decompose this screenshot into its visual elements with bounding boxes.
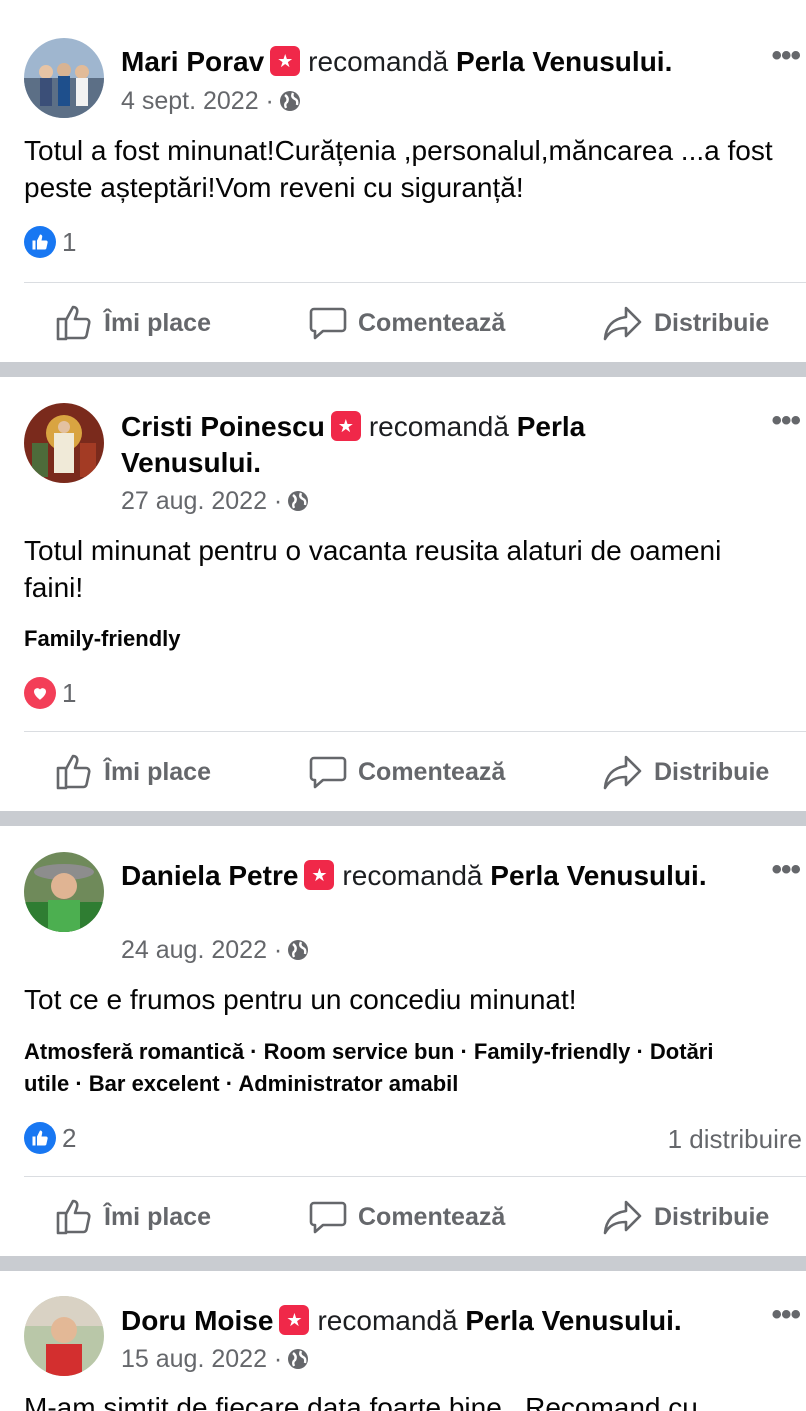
- review-text: Tot ce e frumos pentru un concediu minun…: [24, 984, 577, 1015]
- share-icon: [603, 755, 642, 790]
- like-button[interactable]: Îmi place: [54, 742, 211, 802]
- like-label: Îmi place: [104, 308, 211, 337]
- recommend-star-icon: ★: [270, 46, 301, 76]
- post-separator: [0, 362, 806, 377]
- page-name[interactable]: Perla Venusului.: [490, 860, 706, 891]
- thumbs-up-icon: [56, 1199, 91, 1235]
- action-bar: Îmi place Comentează Distribuie: [0, 1187, 806, 1247]
- comment-button[interactable]: Comentează: [308, 742, 505, 802]
- divider: [24, 731, 806, 732]
- avatar[interactable]: [24, 38, 104, 118]
- comment-label: Comentează: [358, 757, 506, 786]
- like-reaction-icon: [24, 226, 56, 258]
- post-header: Doru Moise ★ recomandă Perla Venusului.: [121, 1303, 726, 1339]
- recommend-star-icon: ★: [330, 411, 361, 441]
- globe-icon: [288, 940, 309, 960]
- more-options-icon[interactable]: •••: [771, 1300, 800, 1330]
- like-button[interactable]: Îmi place: [54, 1187, 211, 1247]
- post-date[interactable]: 27 aug. 2022 ·: [121, 486, 310, 516]
- share-label: Distribuie: [654, 1202, 770, 1231]
- review-post: Doru Moise ★ recomandă Perla Venusului. 15…: [0, 1271, 806, 1411]
- share-count[interactable]: 1 distribuire: [668, 1124, 802, 1155]
- reaction-count: 1: [62, 226, 77, 257]
- date-text: 27 aug. 2022 ·: [121, 487, 283, 515]
- review-tags: Atmosferă romantică · Room service bun ·…: [24, 1039, 714, 1096]
- share-label: Distribuie: [654, 757, 770, 786]
- reaction-count: 2: [62, 1122, 77, 1153]
- date-text: 15 aug. 2022 ·: [121, 1345, 283, 1373]
- review-post: Mari Porav ★ recomandă Perla Venusului. 4 …: [0, 6, 806, 362]
- share-label: Distribuie: [654, 308, 770, 337]
- comment-label: Comentează: [358, 1202, 506, 1231]
- comment-icon: [309, 756, 347, 789]
- divider: [24, 1176, 806, 1177]
- avatar[interactable]: [24, 852, 104, 932]
- recommend-star-icon: ★: [279, 1305, 310, 1335]
- author-name[interactable]: Daniela Petre: [121, 860, 298, 891]
- thumbs-up-icon: [56, 305, 91, 341]
- action-bar: Îmi place Comentează Distribuie: [0, 742, 806, 802]
- reaction-summary[interactable]: 2: [24, 1122, 76, 1154]
- date-text: 4 sept. 2022 ·: [121, 87, 274, 115]
- share-button[interactable]: Distribuie: [602, 742, 769, 802]
- comment-button[interactable]: Comentează: [308, 1187, 505, 1247]
- share-button[interactable]: Distribuie: [602, 1187, 769, 1247]
- review-text: Totul minunat pentru o vacanta reusita a…: [24, 535, 722, 603]
- comment-label: Comentează: [358, 308, 506, 337]
- recommend-label: recomandă: [308, 46, 449, 77]
- more-options-icon[interactable]: •••: [771, 406, 800, 436]
- author-name[interactable]: Doru Moise: [121, 1305, 273, 1336]
- post-header: Cristi Poinescu ★ recomandă Perla Venusulu…: [121, 409, 726, 481]
- share-button[interactable]: Distribuie: [602, 293, 769, 353]
- share-icon: [603, 306, 642, 341]
- page-name[interactable]: Perla Venusului.: [456, 46, 672, 77]
- comment-button[interactable]: Comentează: [308, 293, 505, 353]
- review-tags: Family-friendly: [24, 626, 181, 651]
- recommend-label: recomandă: [368, 411, 509, 442]
- review-text: Totul a fost minunat!Curățenia ,personal…: [24, 135, 773, 203]
- action-bar: Îmi place Comentează Distribuie: [0, 293, 806, 353]
- more-options-icon[interactable]: •••: [771, 41, 800, 71]
- recommend-label: recomandă: [317, 1305, 458, 1336]
- globe-icon: [288, 491, 309, 511]
- globe-icon: [288, 1349, 309, 1369]
- like-reaction-icon: [24, 1122, 56, 1154]
- reaction-summary[interactable]: 1: [24, 226, 76, 258]
- avatar[interactable]: [24, 1296, 104, 1376]
- date-text: 24 aug. 2022 ·: [121, 936, 283, 964]
- love-reaction-icon: [24, 677, 56, 709]
- avatar[interactable]: [24, 403, 104, 483]
- like-label: Îmi place: [104, 757, 211, 786]
- post-date[interactable]: 15 aug. 2022 ·: [121, 1344, 310, 1374]
- post-header: Mari Porav ★ recomandă Perla Venusului.: [121, 44, 726, 80]
- page-name[interactable]: Perla Venusului.: [465, 1305, 681, 1336]
- globe-icon: [279, 91, 300, 111]
- share-icon: [603, 1200, 642, 1235]
- like-button[interactable]: Îmi place: [54, 293, 211, 353]
- comment-icon: [309, 307, 347, 340]
- divider: [24, 282, 806, 283]
- like-label: Îmi place: [104, 1202, 211, 1231]
- author-name[interactable]: Cristi Poinescu: [121, 411, 325, 442]
- post-date[interactable]: 4 sept. 2022 ·: [121, 86, 302, 116]
- post-separator: [0, 811, 806, 826]
- post-header: Daniela Petre ★ recomandă Perla Venusului.: [121, 858, 726, 894]
- recommend-star-icon: ★: [304, 860, 335, 890]
- thumbs-up-icon: [56, 754, 91, 790]
- author-name[interactable]: Mari Porav: [121, 46, 264, 77]
- review-post: Cristi Poinescu ★ recomandă Perla Venusulu…: [0, 377, 806, 811]
- post-separator: [0, 1256, 806, 1271]
- more-options-icon[interactable]: •••: [771, 855, 800, 885]
- comment-icon: [309, 1201, 347, 1234]
- review-post: Daniela Petre ★ recomandă Perla Venusului.…: [0, 826, 806, 1256]
- reaction-summary[interactable]: 1: [24, 677, 76, 709]
- recommend-label: recomandă: [342, 860, 483, 891]
- post-date[interactable]: 24 aug. 2022 ·: [121, 935, 310, 965]
- review-text: M-am simtit de fiecare data foarte bine …: [24, 1392, 698, 1411]
- reaction-count: 1: [62, 677, 77, 708]
